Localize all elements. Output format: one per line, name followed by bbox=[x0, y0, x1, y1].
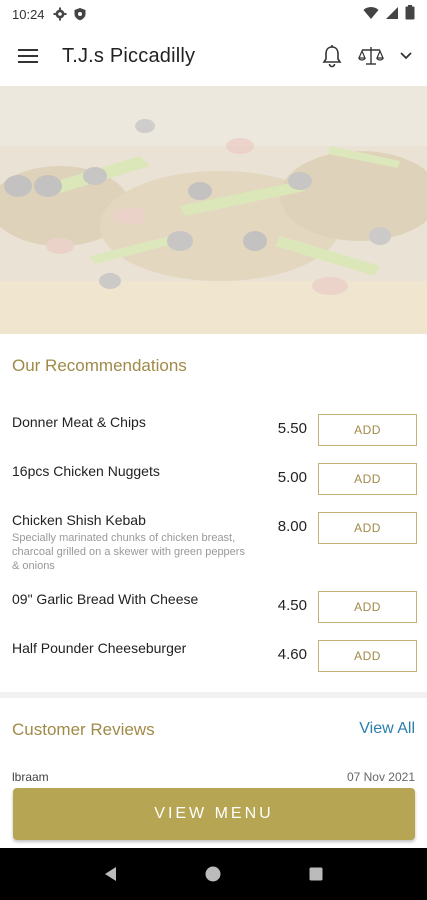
wifi-icon bbox=[363, 6, 379, 23]
battery-icon bbox=[405, 5, 415, 23]
add-button[interactable]: ADD bbox=[318, 414, 417, 446]
page-title: T.J.s Piccadilly bbox=[62, 44, 196, 67]
recents-icon[interactable] bbox=[301, 859, 331, 889]
recommendations-title: Our Recommendations bbox=[12, 356, 187, 375]
chevron-down-icon[interactable] bbox=[399, 51, 413, 61]
home-icon[interactable] bbox=[198, 859, 228, 889]
hero-image bbox=[0, 86, 427, 334]
menu-item: Half Pounder Cheeseburger 4.60 ADD bbox=[12, 640, 417, 672]
menu-item-price: 5.50 bbox=[277, 420, 307, 437]
app-bar: T.J.s Piccadilly bbox=[0, 28, 427, 84]
menu-item: 16pcs Chicken Nuggets 5.00 ADD bbox=[12, 463, 417, 495]
signal-icon bbox=[385, 6, 399, 23]
shield-icon bbox=[73, 7, 87, 21]
view-all-link[interactable]: View All bbox=[359, 720, 415, 738]
recommendations-section: Our Recommendations Donner Meat & Chips … bbox=[0, 334, 427, 692]
menu-icon[interactable] bbox=[18, 44, 42, 68]
add-button[interactable]: ADD bbox=[318, 640, 417, 672]
menu-item-price: 5.00 bbox=[277, 469, 307, 486]
status-time: 10:24 bbox=[12, 6, 45, 22]
view-menu-button[interactable]: VIEW MENU bbox=[13, 788, 415, 840]
back-icon[interactable] bbox=[96, 859, 126, 889]
add-button[interactable]: ADD bbox=[318, 512, 417, 544]
reviews-title: Customer Reviews bbox=[12, 720, 155, 739]
add-button[interactable]: ADD bbox=[318, 463, 417, 495]
menu-item-price: 4.50 bbox=[277, 597, 307, 614]
review-date: 07 Nov 2021 bbox=[346, 770, 415, 784]
menu-item: Donner Meat & Chips 5.50 ADD bbox=[12, 414, 417, 446]
menu-item: 09" Garlic Bread With Cheese 4.50 ADD bbox=[12, 591, 417, 623]
menu-item-description: Specially marinated chunks of chicken br… bbox=[12, 532, 245, 572]
scale-icon[interactable] bbox=[357, 45, 385, 67]
add-button[interactable]: ADD bbox=[318, 591, 417, 623]
menu-item-price: 8.00 bbox=[277, 518, 307, 535]
status-bar: 10:24 bbox=[0, 0, 427, 28]
system-nav-bar bbox=[0, 848, 427, 900]
menu-item-price: 4.60 bbox=[277, 646, 307, 663]
review-author: lbraam bbox=[12, 770, 49, 784]
menu-item: Chicken Shish Kebab Specially marinated … bbox=[12, 512, 417, 573]
bell-icon[interactable] bbox=[321, 44, 343, 68]
gear-icon bbox=[53, 7, 67, 21]
